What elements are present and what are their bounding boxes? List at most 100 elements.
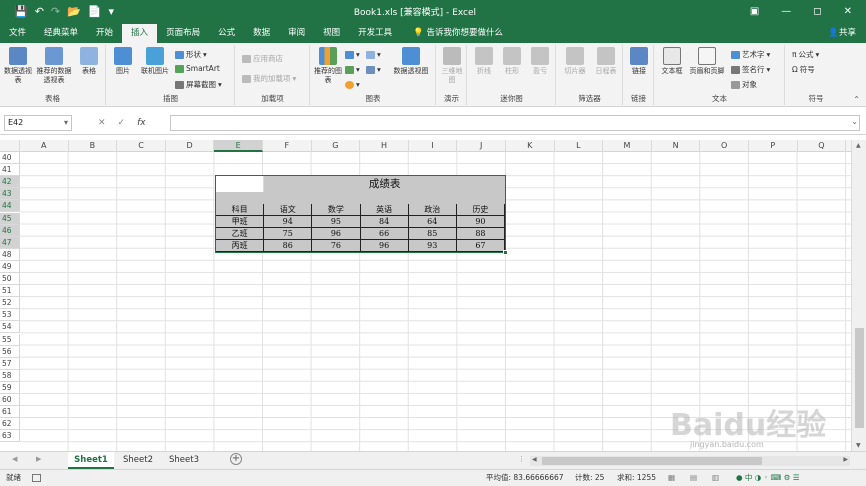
table-title[interactable]: 成绩表: [264, 176, 505, 192]
share-button[interactable]: 👤共享: [828, 24, 866, 43]
page-layout-view-icon[interactable]: ▤: [690, 470, 697, 486]
sheet-tab-3[interactable]: Sheet3: [162, 452, 206, 469]
column-chart-button[interactable]: ▾: [345, 50, 360, 59]
new-file-icon[interactable]: 📄: [88, 5, 102, 18]
store-button[interactable]: 应用商店: [242, 53, 283, 64]
stats-chart-button[interactable]: ▾: [366, 65, 381, 74]
tab-insert[interactable]: 插入: [122, 24, 158, 43]
table-cell[interactable]: 76: [312, 240, 361, 252]
column-header-l[interactable]: L: [555, 140, 604, 152]
column-header-m[interactable]: M: [603, 140, 652, 152]
table-cell[interactable]: 67: [456, 240, 506, 252]
row-header-57[interactable]: 57: [0, 357, 20, 370]
scroll-right-icon[interactable]: ▶: [843, 456, 848, 463]
row-header-58[interactable]: 58: [0, 369, 20, 382]
close-button[interactable]: ✕: [844, 6, 852, 17]
table-cell[interactable]: 90: [456, 216, 506, 228]
table-header-cell[interactable]: 历史: [456, 204, 506, 216]
sparkline-column-button[interactable]: 柱形: [499, 47, 525, 76]
column-header-g[interactable]: G: [312, 140, 361, 152]
timeline-button[interactable]: 日程表: [591, 47, 621, 76]
table-header-cell[interactable]: 英语: [360, 204, 409, 216]
pie-chart-button[interactable]: ▾: [345, 80, 360, 89]
column-header-a[interactable]: A: [20, 140, 69, 152]
recommended-pivot-button[interactable]: 推荐的数据透视表: [34, 47, 74, 85]
table-header-cell[interactable]: 数学: [312, 204, 361, 216]
tab-formulas[interactable]: 公式: [209, 24, 244, 43]
sparkline-line-button[interactable]: 折线: [471, 47, 497, 76]
row-header-49[interactable]: 49: [0, 260, 20, 273]
row-header-63[interactable]: 63: [0, 430, 20, 443]
slicer-button[interactable]: 切片器: [560, 47, 590, 76]
column-header-c[interactable]: C: [117, 140, 166, 152]
next-sheet-icon[interactable]: ▶: [36, 455, 41, 463]
tab-view[interactable]: 视图: [314, 24, 349, 43]
row-header-59[interactable]: 59: [0, 381, 20, 394]
split-handle-icon[interactable]: ⋮: [518, 455, 525, 463]
tab-review[interactable]: 审阅: [279, 24, 314, 43]
undo-icon[interactable]: ↶: [35, 5, 44, 18]
cancel-icon[interactable]: ✕: [98, 115, 106, 131]
normal-view-icon[interactable]: ▦: [668, 470, 675, 486]
insert-function-button[interactable]: fx: [137, 115, 146, 131]
save-icon[interactable]: 💾: [14, 5, 28, 18]
table-cell[interactable]: 86: [264, 240, 313, 252]
row-header-61[interactable]: 61: [0, 406, 20, 419]
tab-file[interactable]: 文件: [0, 24, 35, 43]
table-cell[interactable]: 84: [360, 216, 409, 228]
table-button[interactable]: 表格: [76, 47, 102, 76]
wordart-button[interactable]: 艺术字 ▾: [731, 49, 770, 60]
row-header-50[interactable]: 50: [0, 273, 20, 285]
prev-sheet-icon[interactable]: ◀: [12, 455, 17, 463]
tab-page-layout[interactable]: 页面布局: [157, 24, 209, 43]
tab-classic-menu[interactable]: 经典菜单: [35, 24, 87, 43]
column-header-b[interactable]: B: [69, 140, 118, 152]
sheet-tab-1[interactable]: Sheet1: [68, 452, 114, 469]
fill-handle[interactable]: [503, 250, 508, 255]
enter-icon[interactable]: ✓: [118, 115, 126, 131]
table-cell[interactable]: 乙班: [216, 228, 265, 240]
table-cell[interactable]: 甲班: [216, 216, 265, 228]
open-folder-icon[interactable]: 📂: [67, 5, 81, 18]
sheet-tab-2[interactable]: Sheet2: [116, 452, 160, 469]
sparkline-winloss-button[interactable]: 盈亏: [527, 47, 553, 76]
add-sheet-icon[interactable]: +: [230, 453, 242, 465]
formula-input[interactable]: [170, 115, 860, 131]
column-header-q[interactable]: Q: [798, 140, 847, 152]
column-header-n[interactable]: N: [652, 140, 701, 152]
screenshot-button[interactable]: 屏幕截图 ▾: [175, 79, 222, 90]
score-table[interactable]: 成绩表 科目 语文 数学 英语 政治 历史 甲班 94 95 84 64 90 …: [215, 175, 508, 255]
column-header-o[interactable]: O: [700, 140, 749, 152]
row-header-52[interactable]: 52: [0, 297, 20, 310]
pivot-chart-button[interactable]: 数据透视图: [389, 47, 433, 76]
horizontal-scrollbar[interactable]: ◀ ▶: [530, 456, 850, 466]
row-header-51[interactable]: 51: [0, 285, 20, 298]
symbol-button[interactable]: Ω 符号: [792, 64, 815, 75]
scroll-down-icon[interactable]: ▼: [856, 442, 861, 449]
select-all-corner[interactable]: [0, 140, 20, 152]
pivot-table-button[interactable]: 数据透视表: [3, 47, 33, 85]
vertical-scrollbar[interactable]: ▲ ▼: [851, 140, 866, 451]
column-header-h[interactable]: H: [360, 140, 409, 152]
shapes-button[interactable]: 形状 ▾: [175, 49, 207, 60]
row-header-42[interactable]: 42: [0, 176, 20, 189]
link-button[interactable]: 链接: [626, 47, 652, 76]
recommended-charts-button[interactable]: 推荐的图表: [313, 47, 343, 85]
column-header-j[interactable]: J: [457, 140, 506, 152]
collapse-ribbon-icon[interactable]: ⌃: [853, 95, 860, 104]
column-header-i[interactable]: I: [409, 140, 458, 152]
equation-button[interactable]: π 公式 ▾: [792, 49, 819, 60]
row-header-44[interactable]: 44: [0, 200, 20, 213]
column-header-k[interactable]: K: [506, 140, 555, 152]
maximize-button[interactable]: ◻: [813, 6, 821, 17]
table-cell[interactable]: 64: [408, 216, 457, 228]
table-header-cell[interactable]: 政治: [408, 204, 457, 216]
ime-indicator-icon[interactable]: ● 中 ◑ ◦ ⌨ ⚙ ☰: [736, 470, 800, 486]
row-header-62[interactable]: 62: [0, 418, 20, 431]
horizontal-scroll-thumb[interactable]: [542, 457, 762, 465]
table-cell[interactable]: 88: [456, 228, 506, 240]
chevron-down-icon[interactable]: ▾: [109, 5, 115, 18]
row-header-60[interactable]: 60: [0, 394, 20, 406]
row-header-40[interactable]: 40: [0, 152, 20, 164]
row-header-55[interactable]: 55: [0, 333, 20, 346]
